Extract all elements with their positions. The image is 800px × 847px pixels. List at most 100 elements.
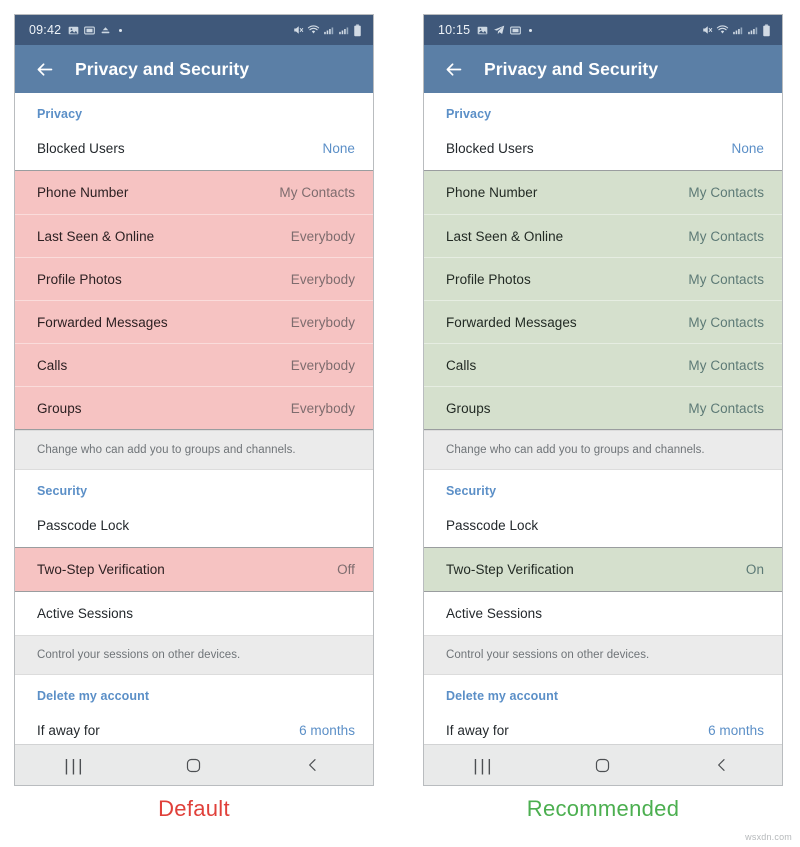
security-section: Security Passcode Lock [424, 470, 782, 547]
row-value: None [731, 141, 764, 156]
row-value: My Contacts [688, 228, 764, 244]
row-blocked-users[interactable]: Blocked Users None [15, 127, 373, 170]
battery-icon [762, 23, 771, 37]
row-label: Groups [446, 400, 491, 416]
sessions-note: Control your sessions on other devices. [15, 635, 373, 675]
row-label: Profile Photos [37, 271, 122, 287]
row-value: Everybody [290, 271, 355, 287]
recents-icon: ||| [64, 755, 86, 775]
screenshot-icon [510, 25, 522, 36]
row-two-step-verification[interactable]: Two-Step Verification Off [15, 548, 373, 591]
section-header-security: Security [37, 484, 88, 498]
row-groups[interactable]: Groups Everybody [15, 386, 373, 429]
sessions-section: Active Sessions [424, 592, 782, 635]
row-passcode-lock[interactable]: Passcode Lock [424, 504, 782, 547]
row-passcode-lock[interactable]: Passcode Lock [15, 504, 373, 547]
row-label: Two-Step Verification [446, 562, 574, 577]
page-title: Privacy and Security [75, 58, 250, 79]
signal-icon [323, 25, 335, 36]
back-button[interactable] [438, 54, 468, 84]
row-label: Two-Step Verification [37, 562, 165, 577]
section-header-delete-account: Delete my account [37, 689, 150, 703]
arrow-left-icon [446, 62, 461, 76]
section-header-privacy: Privacy [446, 107, 492, 121]
row-profile-photos[interactable]: Profile Photos My Contacts [424, 257, 782, 300]
nav-recents-button[interactable]: ||| [45, 750, 105, 780]
row-blocked-users[interactable]: Blocked Users None [424, 127, 782, 170]
row-label: Active Sessions [446, 606, 543, 621]
upload-icon [100, 25, 111, 36]
row-active-sessions[interactable]: Active Sessions [424, 592, 782, 635]
signal-icon [747, 25, 759, 36]
nav-home-button[interactable] [164, 750, 224, 780]
privacy-highlight-group: Phone Number My Contacts Last Seen & Onl… [424, 170, 782, 430]
privacy-section: Privacy Blocked Users None [15, 93, 373, 170]
row-value: Everybody [290, 400, 355, 416]
phone-screenshot-recommended: 10:15 Privacy and Security Privacy Block… [423, 14, 783, 786]
watermark: wsxdn.com [745, 832, 792, 842]
row-calls[interactable]: Calls My Contacts [424, 343, 782, 386]
dot-icon [119, 28, 123, 32]
row-value: My Contacts [688, 314, 764, 330]
privacy-section: Privacy Blocked Users None [424, 93, 782, 170]
phone-screenshot-default: 09:42 Privacy and Security Privacy Block… [14, 14, 374, 786]
mute-icon [292, 24, 304, 36]
back-chevron-icon [309, 759, 316, 771]
row-label: Forwarded Messages [37, 314, 168, 330]
android-nav-bar: ||| [424, 744, 782, 785]
row-if-away-for[interactable]: If away for 6 months [424, 709, 782, 744]
settings-content: Privacy Blocked Users None Phone Number … [15, 93, 373, 744]
row-phone-number[interactable]: Phone Number My Contacts [424, 171, 782, 214]
status-bar-right [701, 23, 771, 37]
row-forwarded-messages[interactable]: Forwarded Messages Everybody [15, 300, 373, 343]
row-value: None [322, 141, 355, 156]
row-label: Phone Number [37, 185, 129, 200]
row-value: Everybody [290, 228, 355, 244]
nav-recents-button[interactable]: ||| [454, 750, 514, 780]
row-profile-photos[interactable]: Profile Photos Everybody [15, 257, 373, 300]
mute-icon [701, 24, 713, 36]
row-phone-number[interactable]: Phone Number My Contacts [15, 171, 373, 214]
row-label: Passcode Lock [37, 518, 130, 533]
row-groups[interactable]: Groups My Contacts [424, 386, 782, 429]
row-label: Phone Number [446, 185, 538, 200]
row-label: Passcode Lock [446, 518, 539, 533]
dot-icon [529, 28, 533, 32]
twostep-highlight-group: Two-Step Verification On [424, 547, 782, 592]
home-icon [187, 758, 201, 772]
caption-recommended: Recommended [526, 796, 680, 821]
back-button[interactable] [29, 54, 59, 84]
row-label: Groups [37, 400, 82, 416]
status-time: 10:15 [438, 23, 471, 37]
row-value: My Contacts [688, 185, 764, 200]
groups-note: Change who can add you to groups and cha… [15, 430, 373, 470]
nav-back-button[interactable] [283, 750, 343, 780]
row-calls[interactable]: Calls Everybody [15, 343, 373, 386]
row-value: Everybody [290, 357, 355, 373]
nav-back-button[interactable] [692, 750, 752, 780]
delete-account-section: Delete my account If away for 6 months [15, 675, 373, 744]
back-chevron-icon [718, 759, 725, 771]
row-label: Calls [446, 357, 477, 373]
home-icon [596, 758, 610, 772]
twostep-highlight-group: Two-Step Verification Off [15, 547, 373, 592]
row-last-seen-online[interactable]: Last Seen & Online My Contacts [424, 214, 782, 257]
nav-home-button[interactable] [573, 750, 633, 780]
comparison-figure: 09:42 Privacy and Security Privacy Block… [0, 0, 800, 847]
row-label: Active Sessions [37, 606, 134, 621]
row-if-away-for[interactable]: If away for 6 months [15, 709, 373, 744]
row-two-step-verification[interactable]: Two-Step Verification On [424, 548, 782, 591]
image-icon [68, 25, 79, 36]
groups-note: Change who can add you to groups and cha… [424, 430, 782, 470]
row-label: Last Seen & Online [446, 228, 564, 244]
row-label: Forwarded Messages [446, 314, 577, 330]
section-header-security: Security [446, 484, 497, 498]
row-forwarded-messages[interactable]: Forwarded Messages My Contacts [424, 300, 782, 343]
sessions-section: Active Sessions [15, 592, 373, 635]
row-value: Off [337, 562, 355, 577]
row-active-sessions[interactable]: Active Sessions [15, 592, 373, 635]
wifi-icon [716, 24, 729, 36]
status-bar: 10:15 [424, 15, 782, 45]
signal-icon [732, 25, 744, 36]
row-last-seen-online[interactable]: Last Seen & Online Everybody [15, 214, 373, 257]
